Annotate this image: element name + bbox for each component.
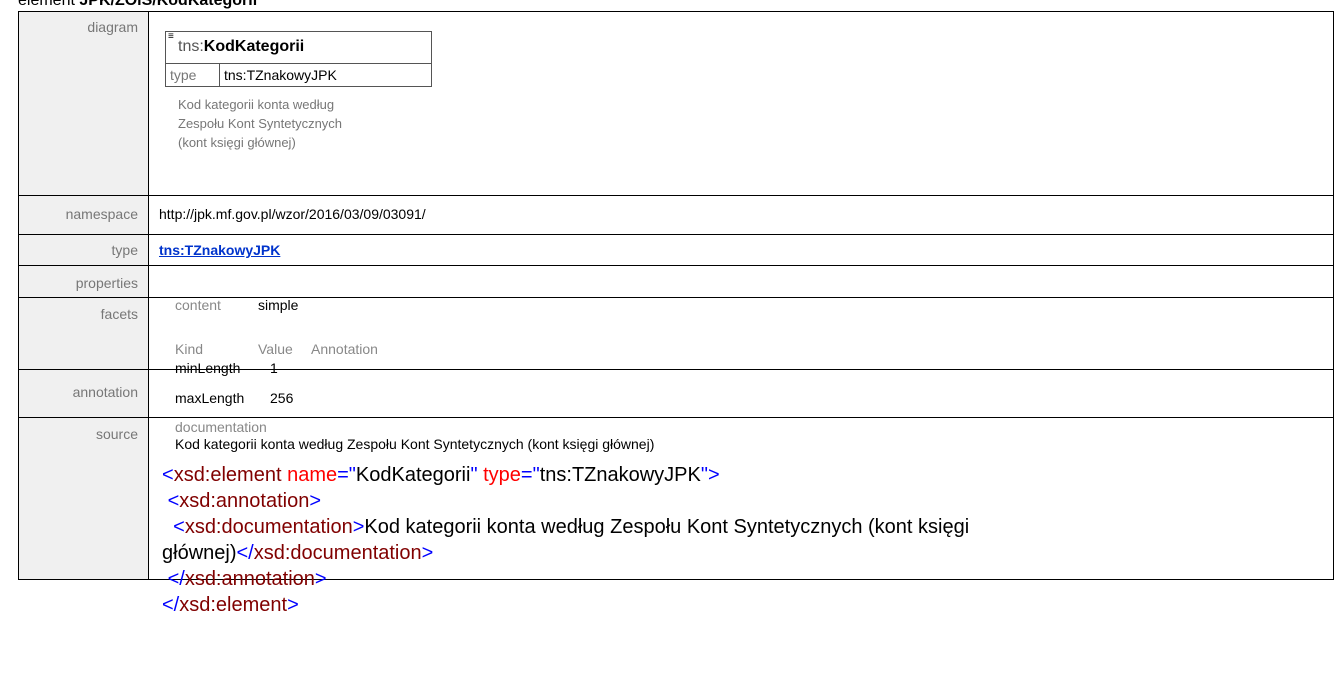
- diagram-divider: [166, 63, 431, 64]
- label-diagram: diagram: [18, 11, 149, 196]
- type-cell: tns:TZnakowyJPK: [148, 234, 1334, 266]
- diagram-documentation: Kod kategorii konta według Zespołu Kont …: [178, 97, 343, 150]
- type-link[interactable]: tns:TZnakowyJPK: [159, 242, 280, 258]
- diagram-element-name: tns:KodKategorii: [178, 38, 305, 55]
- element-diagram-box[interactable]: ≡ tns:KodKategorii type tns:TZnakowyJPK: [165, 31, 432, 87]
- diagram-type-value: tns:TZnakowyJPK: [224, 67, 337, 83]
- source-code: <xsd:element name="KodKategorii" type="t…: [162, 464, 970, 616]
- properties-cell: [148, 265, 1334, 298]
- facet-kind-minlength: minLength: [175, 360, 241, 376]
- namespace-cell: http://jpk.mf.gov.pl/wzor/2016/03/09/030…: [148, 195, 1334, 235]
- namespace-value: http://jpk.mf.gov.pl/wzor/2016/03/09/030…: [159, 206, 426, 222]
- annotation-cell: [148, 369, 1334, 418]
- facets-cell: [148, 297, 1334, 370]
- label-type: type: [18, 234, 149, 266]
- menu-lines-icon: ≡: [168, 31, 174, 42]
- facets-header-value: Value: [258, 341, 293, 357]
- diagram-column-divider: [219, 63, 220, 86]
- label-source: source: [18, 417, 149, 580]
- facets-header-kind: Kind: [175, 341, 204, 357]
- label-annotation: annotation: [18, 369, 149, 418]
- label-properties: properties: [18, 265, 149, 298]
- diagram-type-key: type: [170, 67, 197, 83]
- annotation-value: Kod kategorii konta według Zespołu Kont …: [175, 436, 655, 452]
- facet-value-minlength: 1: [270, 360, 278, 376]
- facet-value-maxlength: 256: [270, 390, 294, 406]
- annotation-key: documentation: [175, 419, 267, 435]
- facets-header-annotation: Annotation: [311, 341, 378, 357]
- properties-key: content: [175, 297, 221, 313]
- properties-value: simple: [258, 297, 299, 313]
- label-namespace: namespace: [18, 195, 149, 235]
- facet-kind-maxlength: maxLength: [175, 390, 245, 406]
- label-facets: facets: [18, 297, 149, 370]
- page-heading: element JPK/ZOiS/KodKategorii: [18, 0, 258, 9]
